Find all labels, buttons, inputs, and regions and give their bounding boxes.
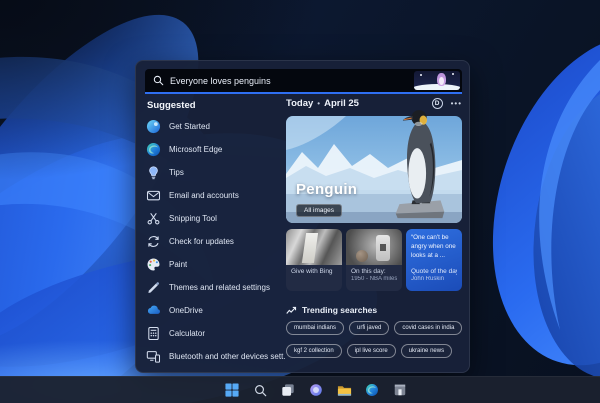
quote-text: “One can't be angry when one looks at a … (411, 234, 456, 260)
suggested-item-microsoft-edge[interactable]: Microsoft Edge (146, 138, 286, 161)
trending-chip[interactable]: mumbai indians (286, 321, 345, 335)
taskbar-search-icon[interactable] (252, 382, 269, 399)
update-sync-icon (146, 234, 161, 249)
taskbar-edge-icon[interactable] (364, 382, 381, 399)
card-subtitle: 1950 - NBA miles... (351, 276, 397, 282)
file-explorer-icon[interactable] (336, 382, 353, 399)
penguin-illustration (414, 71, 460, 90)
penguin-image (395, 110, 445, 219)
suggested-item-paint[interactable]: Paint (146, 253, 286, 276)
suggested-item-email-accounts[interactable]: Email and accounts (146, 184, 286, 207)
trending-title: Trending searches (302, 305, 378, 315)
today-date: April 25 (324, 98, 359, 109)
devices-icon (146, 349, 161, 364)
task-view-icon[interactable] (280, 382, 297, 399)
search-flyout-panel: Suggested Get Started Microsoft Edge Tip… (135, 60, 470, 373)
snipping-scissors-icon (146, 211, 161, 226)
start-button[interactable] (224, 382, 241, 399)
store-icon[interactable] (392, 382, 409, 399)
suggested-item-snipping-tool[interactable]: Snipping Tool (146, 207, 286, 230)
card-subtitle: John Ruskin (411, 276, 445, 282)
widgets-icon[interactable] (308, 382, 325, 399)
themes-pencil-icon (146, 280, 161, 295)
trending-chip-row-2: kgf 2 collection ipl live score ukraine … (286, 344, 453, 358)
suggested-item-get-started[interactable]: Get Started (146, 115, 286, 138)
card-give-with-bing[interactable]: Give with Bing (286, 229, 342, 291)
today-label[interactable]: Today (286, 98, 313, 109)
suggested-heading: Suggested (147, 100, 196, 111)
more-options-icon[interactable]: ••• (451, 99, 462, 108)
suggested-list: Get Started Microsoft Edge Tips Email an… (146, 115, 286, 368)
suggested-item-label: Email and accounts (169, 191, 239, 200)
get-started-icon (146, 119, 161, 134)
search-box[interactable] (145, 69, 462, 94)
hero-card-penguin[interactable]: Penguin All images (286, 110, 462, 223)
trending-header: Trending searches (286, 305, 377, 315)
card-on-this-day[interactable]: On this day: 1950 - NBA miles... (346, 229, 402, 291)
calculator-icon (146, 326, 161, 341)
taskbar (0, 376, 600, 403)
suggested-item-bluetooth-devices[interactable]: Bluetooth and other devices sett... (146, 345, 286, 368)
paint-palette-icon (146, 257, 161, 272)
suggested-item-label: Check for updates (169, 237, 234, 246)
trending-icon (286, 306, 297, 314)
email-icon (146, 188, 161, 203)
suggested-item-calculator[interactable]: Calculator (146, 322, 286, 345)
onedrive-cloud-icon (146, 303, 161, 318)
card-caption: Give with Bing (291, 268, 333, 275)
card-title: Quote of the day: (411, 268, 457, 275)
suggested-item-label: Tips (169, 168, 184, 177)
trending-chip[interactable]: kgf 2 collection (286, 344, 342, 358)
suggested-item-label: Microsoft Edge (169, 145, 223, 154)
suggested-item-tips[interactable]: Tips (146, 161, 286, 184)
suggested-item-label: Bluetooth and other devices sett... (169, 352, 286, 361)
suggested-item-label: Paint (169, 260, 188, 269)
card-quote-of-day[interactable]: “One can't be angry when one looks at a … (406, 229, 462, 291)
suggested-item-onedrive[interactable]: OneDrive (146, 299, 286, 322)
suggested-item-label: Get Started (169, 122, 210, 131)
edge-icon (146, 142, 161, 157)
tips-bulb-icon (146, 165, 161, 180)
dot-separator: • (317, 99, 321, 108)
trending-chip[interactable]: urfi javed (349, 321, 390, 335)
search-icon (153, 75, 164, 86)
suggested-item-label: Themes and related settings (169, 283, 270, 292)
give-with-bing-image (286, 229, 342, 265)
card-title: On this day: (351, 268, 386, 275)
quote-text-area: “One can't be angry when one looks at a … (406, 229, 462, 265)
windows11-desktop: Suggested Get Started Microsoft Edge Tip… (0, 0, 600, 403)
suggested-item-label: Calculator (169, 329, 206, 338)
hero-title: Penguin (296, 181, 358, 198)
suggested-item-check-updates[interactable]: Check for updates (146, 230, 286, 253)
suggested-item-label: OneDrive (169, 306, 203, 315)
trending-chip-row-1: mumbai indians urfi javed covid cases in… (286, 321, 463, 335)
trending-chip[interactable]: covid cases in india (394, 321, 463, 335)
trending-chip[interactable]: ipl live score (346, 344, 396, 358)
suggested-item-themes[interactable]: Themes and related settings (146, 276, 286, 299)
all-images-button[interactable]: All images (296, 204, 342, 217)
trending-chip[interactable]: ukraine news (400, 344, 453, 358)
on-this-day-image (346, 229, 402, 265)
suggested-item-label: Snipping Tool (169, 214, 217, 223)
